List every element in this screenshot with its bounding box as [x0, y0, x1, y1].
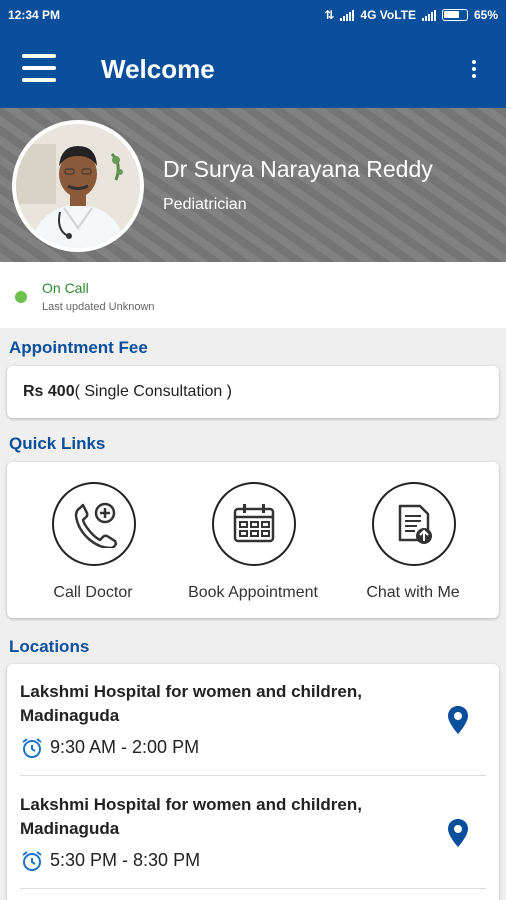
divider: [20, 775, 486, 776]
status-last-updated: Last updated Unknown: [42, 301, 155, 313]
appointment-fee-heading: Appointment Fee: [9, 338, 148, 357]
fee-amount: Rs 400: [23, 383, 75, 400]
location-name: Lakshmi Hospital for women and children,…: [20, 795, 362, 838]
doctor-name: Dr Surya Narayana Reddy: [163, 156, 433, 182]
appointment-fee-card: Rs 400( Single Consultation ): [7, 366, 499, 418]
data-transfer-icon: ⇅: [324, 8, 335, 22]
doctor-specialty: Pediatrician: [163, 196, 247, 213]
availability-status: On Call Last updated Unknown: [0, 262, 506, 328]
doctor-avatar: [12, 120, 144, 252]
status-icons: ⇅ 4G VoLTE 65%: [324, 8, 498, 22]
book-appointment-button[interactable]: Book Appointment: [173, 482, 333, 612]
calendar-icon: [212, 482, 296, 566]
battery-icon: [441, 9, 468, 21]
chat-with-me-button[interactable]: Chat with Me: [333, 482, 493, 612]
call-doctor-label: Call Doctor: [53, 584, 133, 601]
more-options-icon[interactable]: [470, 60, 478, 80]
book-appointment-label: Book Appointment: [188, 584, 318, 601]
call-doctor-button[interactable]: Call Doctor: [13, 482, 173, 612]
app-bar: Welcome: [0, 30, 506, 108]
page-title: Welcome: [101, 54, 215, 84]
map-pin-icon[interactable]: [447, 818, 469, 848]
fee-text: Rs 400( Single Consultation ): [23, 383, 232, 401]
signal-icon: [340, 9, 355, 21]
location-hours: 9:30 AM - 2:00 PM: [50, 737, 200, 757]
status-time: 12:34 PM: [8, 8, 61, 22]
locations-card: Lakshmi Hospital for women and children,…: [7, 664, 499, 900]
document-upload-icon: [372, 482, 456, 566]
phone-plus-icon: [52, 482, 136, 566]
locations-heading: Locations: [9, 637, 90, 656]
network-label: 4G VoLTE: [360, 8, 416, 22]
divider: [20, 888, 486, 889]
quick-links-card: Call Doctor Book Appointment Chat with M…: [7, 462, 499, 618]
signal-icon-2: [421, 9, 436, 21]
chat-with-me-label: Chat with Me: [366, 584, 460, 601]
location-hours: 5:30 PM - 8:30 PM: [50, 850, 201, 870]
doctor-profile-header: Dr Surya Narayana Reddy Pediatrician: [0, 108, 506, 262]
fee-note: ( Single Consultation ): [74, 383, 233, 400]
status-label: On Call: [42, 280, 89, 296]
location-name: Lakshmi Hospital for women and children,…: [20, 682, 362, 725]
online-status-dot: [15, 291, 27, 303]
status-bar: 12:34 PM ⇅ 4G VoLTE 65%: [0, 0, 506, 30]
alarm-clock-icon: [22, 851, 42, 871]
quick-links-heading: Quick Links: [9, 434, 106, 453]
menu-icon[interactable]: [22, 54, 56, 82]
location-item[interactable]: Lakshmi Hospital for women and children,…: [7, 777, 499, 889]
battery-level: 65%: [473, 8, 498, 22]
map-pin-icon[interactable]: [447, 705, 469, 735]
alarm-clock-icon: [22, 738, 42, 758]
location-item[interactable]: Lakshmi Hospital for women and children,…: [7, 664, 499, 776]
